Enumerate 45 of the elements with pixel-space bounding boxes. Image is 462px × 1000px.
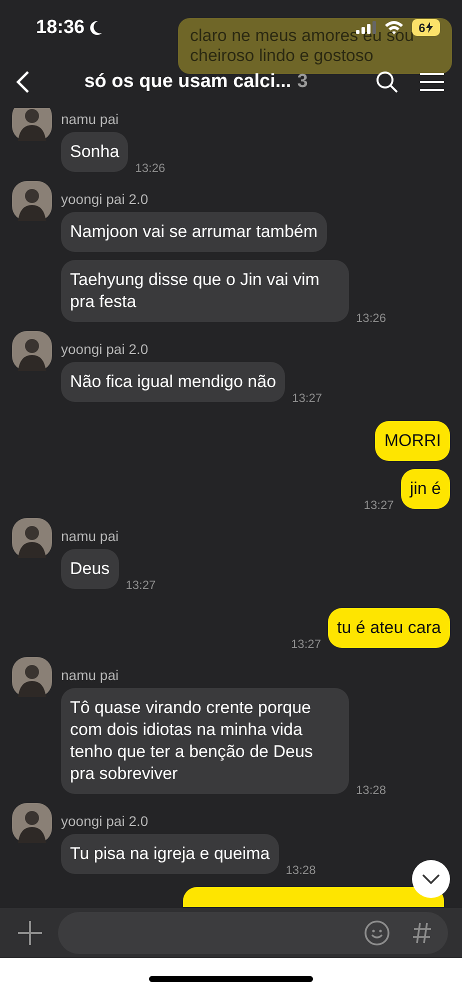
- clock-time: 18:36: [36, 16, 85, 38]
- sender-name: namu pai: [61, 111, 120, 127]
- sender-name: namu pai: [61, 667, 120, 683]
- avatar-icon[interactable]: [12, 657, 52, 697]
- avatar-icon[interactable]: [12, 518, 52, 558]
- message-time: 13:26: [135, 161, 166, 175]
- message-time: 13:27: [126, 578, 156, 592]
- emoji-icon[interactable]: [364, 920, 390, 946]
- chat-title: só os que usam calci...: [84, 70, 292, 92]
- message-bubble: Deus: [61, 549, 119, 589]
- message-bubble: Sonha: [61, 132, 128, 172]
- message-bubble: Taehyung disse que o Jin vai vim pra festa: [61, 260, 349, 322]
- message-bubble: Namjoon vai se arrumar também: [61, 212, 327, 252]
- message-time: 13:27: [364, 498, 394, 512]
- message-time: 13:28: [356, 783, 386, 797]
- signal-icon: [356, 21, 376, 34]
- sender-name: yoongi pai 2.0: [61, 341, 150, 357]
- moon-icon: [88, 20, 103, 36]
- message-bubble: Não fica igual mendigo não: [61, 362, 286, 402]
- message-bubble: Tô quase virando crente porque com dois idiotas na minha vida tenho que ter a benção de Deus pra sobreviver: [61, 688, 349, 794]
- message-bubble: tu é ateu cara: [328, 608, 450, 648]
- message-bubble: Tu pisa na igreja e queima: [61, 834, 279, 874]
- avatar-icon[interactable]: [12, 331, 52, 371]
- avatar-icon[interactable]: [12, 181, 52, 221]
- add-icon[interactable]: [18, 921, 42, 945]
- sender-name: yoongi pai 2.0: [61, 191, 150, 207]
- message-time: 13:27: [292, 391, 322, 405]
- message-time: 13:26: [356, 311, 386, 325]
- message-time: 13:28: [286, 863, 316, 877]
- search-icon[interactable]: [376, 70, 398, 92]
- chevron-down-icon: [422, 874, 440, 884]
- sender-name: namu pai: [61, 528, 120, 544]
- member-count: 3: [297, 70, 308, 92]
- message-bubble: jin é: [400, 469, 450, 509]
- message-time: 13:27: [291, 637, 322, 651]
- message-input[interactable]: [58, 912, 448, 954]
- avatar-icon[interactable]: [12, 108, 52, 141]
- message-bubble: MORRI: [375, 421, 450, 461]
- avatar-icon[interactable]: [12, 803, 52, 843]
- hashtag-icon[interactable]: [412, 922, 432, 944]
- menu-icon[interactable]: [420, 72, 444, 90]
- scroll-down-button[interactable]: [412, 860, 450, 898]
- back-icon[interactable]: [16, 70, 30, 94]
- battery-icon: 6: [412, 19, 440, 36]
- sender-name: yoongi pai 2.0: [61, 813, 150, 829]
